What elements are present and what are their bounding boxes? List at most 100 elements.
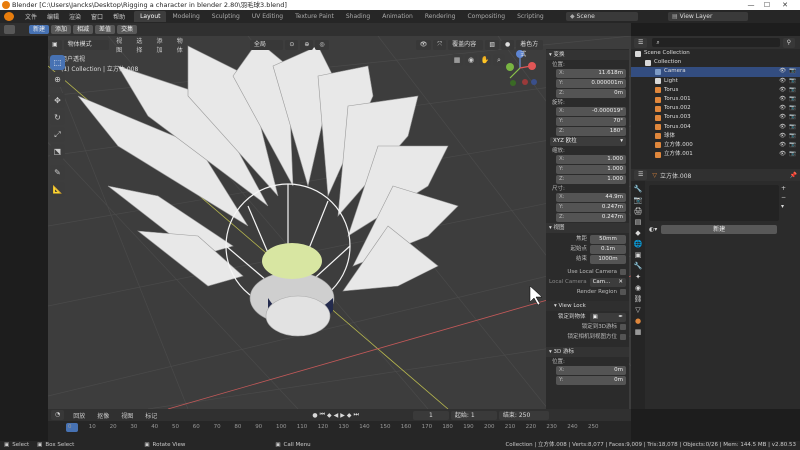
outliner-item[interactable]: Torus.003 👁 📷 bbox=[631, 113, 800, 122]
render-camera-icon[interactable]: 📷 bbox=[789, 141, 796, 150]
render-tab-icon[interactable]: 📷 bbox=[634, 196, 643, 204]
location-x-field[interactable]: X: 11.618m bbox=[556, 69, 626, 78]
render-camera-icon[interactable]: 📷 bbox=[789, 113, 796, 122]
view-layer-selector[interactable]: ▤ View Layer bbox=[668, 12, 748, 21]
clip-start-field[interactable]: 0.1m bbox=[590, 244, 626, 254]
render-camera-icon[interactable]: 📷 bbox=[789, 132, 796, 141]
tab-rendering[interactable]: Rendering bbox=[419, 11, 462, 22]
eye-icon[interactable]: 👁 bbox=[779, 141, 786, 150]
outliner-item[interactable]: Camera 👁 📷 bbox=[631, 67, 800, 77]
transform-orientation[interactable]: 全局 bbox=[249, 39, 284, 50]
outliner-item[interactable]: Scene Collection bbox=[631, 49, 800, 58]
eye-icon[interactable]: 👁 bbox=[779, 86, 786, 95]
particles-tab-icon[interactable]: ✦ bbox=[635, 273, 641, 281]
use-local-camera-checkbox[interactable] bbox=[620, 269, 626, 275]
render-camera-icon[interactable]: 📷 bbox=[789, 77, 796, 86]
eye-icon[interactable]: 👁 bbox=[779, 113, 786, 122]
menu-window[interactable]: 窗口 bbox=[86, 12, 108, 21]
chevron-down-icon[interactable]: ▾ bbox=[781, 203, 786, 210]
transform-icon[interactable]: ⬔ bbox=[50, 144, 65, 159]
tab-texture-paint[interactable]: Texture Paint bbox=[289, 11, 340, 22]
tab-modeling[interactable]: Modeling bbox=[166, 11, 205, 22]
cursor-y-field[interactable]: Y: 0m bbox=[556, 376, 626, 385]
camera-view-icon[interactable]: ◉ bbox=[465, 54, 477, 66]
menu-help[interactable]: 帮助 bbox=[108, 12, 130, 21]
timeline-ruler[interactable]: 0 10 20 30 40 50 60 70 80 90 100 110 120 130 140 150 160… bbox=[48, 421, 631, 441]
render-camera-icon[interactable]: 📷 bbox=[789, 150, 796, 159]
overlay-button[interactable]: 覆盖内容 bbox=[448, 39, 484, 50]
jump-end-icon[interactable]: ⏭ bbox=[353, 411, 358, 419]
data-tab-icon[interactable]: ▽ bbox=[635, 306, 640, 314]
proportional-edit-icon[interactable]: ◎ bbox=[315, 39, 329, 50]
tab-sculpting[interactable]: Sculpting bbox=[206, 11, 246, 22]
outliner-item[interactable]: Light 👁 📷 bbox=[631, 77, 800, 86]
add-slot-icon[interactable]: + bbox=[781, 185, 786, 192]
playback-menu[interactable]: 回放 bbox=[68, 411, 90, 420]
pan-hand-icon[interactable]: ✋ bbox=[479, 54, 491, 66]
transform-panel-header[interactable]: ▾ 变换 bbox=[546, 50, 629, 60]
shading-solid-icon[interactable]: ● bbox=[501, 39, 515, 50]
texture-tab-icon[interactable]: ▦ bbox=[635, 328, 642, 336]
menu-render[interactable]: 渲染 bbox=[64, 12, 86, 21]
dimensions-z-field[interactable]: Z: 0.247m bbox=[556, 213, 626, 222]
render-camera-icon[interactable]: 📷 bbox=[789, 104, 796, 113]
render-region-row[interactable]: Render Region bbox=[546, 287, 629, 297]
zoom-icon[interactable]: ⌕ bbox=[493, 54, 505, 66]
add-menu[interactable]: 添加 bbox=[152, 36, 172, 54]
eye-icon[interactable]: 👁 bbox=[779, 123, 786, 132]
grid-view-icon[interactable]: ▦ bbox=[451, 54, 463, 66]
tab-shading[interactable]: Shading bbox=[340, 11, 376, 22]
physics-tab-icon[interactable]: ◉ bbox=[635, 284, 641, 292]
lock-3d-cursor-checkbox[interactable] bbox=[620, 324, 626, 330]
snap-icon[interactable]: ⊕ bbox=[300, 39, 314, 50]
viewport-scene[interactable] bbox=[48, 36, 631, 409]
move-icon[interactable]: ✥ bbox=[50, 93, 65, 108]
outliner-item[interactable]: 球体 👁 📷 bbox=[631, 132, 800, 141]
lock-3d-cursor-row[interactable]: 锁定到3D游标 bbox=[546, 322, 629, 332]
scale-y-field[interactable]: Y: 1.000 bbox=[556, 165, 626, 174]
menu-edit[interactable]: 编辑 bbox=[42, 12, 64, 21]
dimensions-x-field[interactable]: X: 44.9m bbox=[556, 193, 626, 202]
eye-icon[interactable]: 👁 bbox=[779, 77, 786, 86]
timeline-editor-icon[interactable]: ◔ bbox=[51, 410, 65, 420]
object-menu[interactable]: 物体 bbox=[172, 36, 192, 54]
render-camera-icon[interactable]: 📷 bbox=[789, 86, 796, 95]
mode-selector[interactable]: 物体模式 bbox=[63, 39, 110, 50]
play-reverse-icon[interactable]: ◀ bbox=[334, 412, 339, 419]
close-icon[interactable]: ✕ bbox=[618, 278, 623, 287]
eyedropper-icon[interactable]: ✒ bbox=[618, 313, 623, 322]
next-keyframe-icon[interactable]: ◆ bbox=[347, 412, 352, 419]
tab-animation[interactable]: Animation bbox=[376, 11, 419, 22]
outliner-item[interactable]: 立方体.000 👁 📷 bbox=[631, 141, 800, 150]
tool-tab-icon[interactable]: 🔧 bbox=[634, 185, 643, 193]
outliner-item[interactable]: Collection bbox=[631, 58, 800, 67]
render-camera-icon[interactable]: 📷 bbox=[789, 95, 796, 104]
scene-tab-icon[interactable]: ◆ bbox=[635, 229, 640, 237]
visibility-icon[interactable]: 👁 bbox=[415, 39, 432, 50]
output-tab-icon[interactable]: 🖨 bbox=[634, 207, 643, 215]
modifier-tab-icon[interactable]: 🔧 bbox=[634, 262, 643, 270]
outliner-search-input[interactable]: ⌕ bbox=[652, 38, 780, 47]
eye-icon[interactable]: 👁 bbox=[779, 150, 786, 159]
scene-selector[interactable]: ◆ Scene bbox=[566, 12, 638, 21]
intersect-selection-button[interactable]: 交集 bbox=[117, 25, 138, 34]
tab-layout[interactable]: Layout bbox=[134, 11, 167, 22]
marker-menu[interactable]: 标记 bbox=[140, 411, 162, 420]
rotation-mode-dropdown[interactable]: XYZ 欧拉 ▾ bbox=[550, 137, 626, 146]
outliner-item[interactable]: Torus.004 👁 📷 bbox=[631, 123, 800, 132]
record-icon[interactable]: ● bbox=[312, 412, 317, 419]
xray-icon[interactable]: ▧ bbox=[485, 39, 500, 50]
new-material-button[interactable]: 新建 bbox=[661, 225, 777, 234]
tab-scripting[interactable]: Scripting bbox=[511, 11, 550, 22]
jump-start-icon[interactable]: ⏮ bbox=[320, 411, 325, 419]
render-camera-icon[interactable]: 📷 bbox=[789, 67, 796, 76]
render-camera-icon[interactable]: 📷 bbox=[789, 123, 796, 132]
view-panel-header[interactable]: ▾ 视图 bbox=[546, 223, 629, 233]
outliner-editor-icon[interactable]: ☰ bbox=[634, 37, 648, 48]
timeline-view-menu[interactable]: 视图 bbox=[116, 411, 138, 420]
properties-editor-icon[interactable]: ☰ bbox=[634, 170, 648, 180]
eye-icon[interactable]: 👁 bbox=[779, 132, 786, 141]
outliner-item[interactable]: Torus.001 👁 📷 bbox=[631, 95, 800, 104]
blender-menu-icon[interactable] bbox=[4, 12, 14, 21]
maximize-button[interactable]: ☐ bbox=[760, 0, 774, 10]
